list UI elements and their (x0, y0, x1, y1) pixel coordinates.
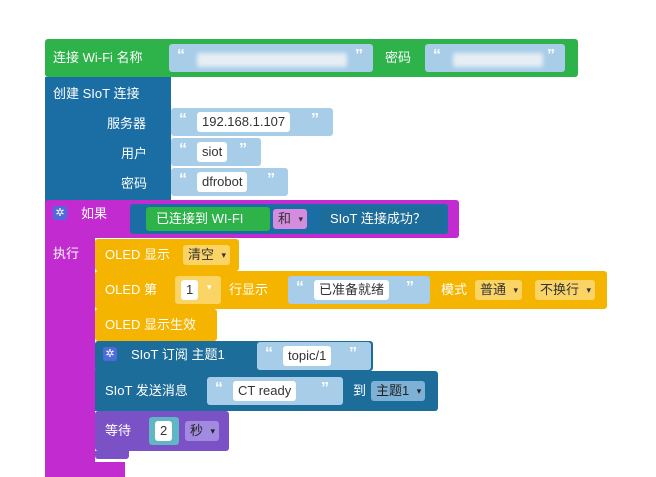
quote-open-icon: “ (177, 47, 185, 64)
quote-close-icon: ” (355, 47, 363, 64)
line-number-field[interactable]: 1 (181, 280, 199, 300)
server-label: 服务器 (107, 116, 147, 131)
chevron-down-icon: ▾ (221, 250, 227, 260)
line-number-block[interactable]: 1 ▾ (175, 276, 221, 304)
quote-close-icon: ” (321, 380, 329, 397)
wrap-value: 不换行 (540, 282, 580, 297)
wait-notch (95, 451, 129, 459)
ssid-redacted (197, 53, 347, 67)
siot-connect-block[interactable]: 创建 SIoT 连接 服务器 用户 密码 (45, 77, 171, 200)
quote-open-icon: “ (179, 171, 187, 188)
quote-close-icon: ” (547, 47, 555, 64)
wifi-password-string[interactable]: “ ” (425, 44, 565, 72)
siot-connected-condition[interactable]: SIoT 连接成功？ (320, 207, 444, 231)
chevron-down-icon: ▾ (513, 285, 519, 295)
chevron-down-icon: ▾ (210, 426, 216, 436)
oled-apply-label: OLED 显示生效 (105, 317, 197, 332)
siot-connected-label: SIoT 连接成功？ (330, 211, 426, 226)
wait-block[interactable]: 等待 2 秒 ▾ (95, 411, 229, 451)
oled-display-label: OLED 显示 (105, 247, 171, 262)
oled-clear-value: 清空 (188, 247, 215, 262)
message-field[interactable]: CT ready (233, 381, 297, 401)
wait-value-block[interactable]: 2 (149, 417, 179, 445)
quote-close-icon: ” (406, 279, 414, 296)
quote-open-icon: “ (296, 279, 304, 296)
siot-subscribe-block[interactable]: ✲ SIoT 订阅 主题1 “ topic/1 ” (95, 341, 373, 371)
quote-close-icon: ” (267, 171, 275, 188)
quote-close-icon: ” (311, 111, 319, 128)
topic-field[interactable]: topic/1 (283, 346, 332, 366)
quote-open-icon: “ (215, 380, 223, 397)
wifi-connected-label: 已连接到 WI-FI (156, 211, 244, 226)
password-string[interactable]: “ dfrobot ” (171, 168, 288, 196)
oled-apply-block[interactable]: OLED 显示生效 (95, 309, 217, 341)
if-footer (45, 462, 125, 477)
and-dropdown[interactable]: 和 ▾ (273, 209, 308, 229)
quote-close-icon: ” (239, 141, 247, 158)
to-label: 到 (353, 383, 367, 398)
do-label: 执行 (53, 246, 80, 261)
wait-unit-dropdown[interactable]: 秒 ▾ (185, 421, 220, 441)
publish-topic-value: 主题1 (376, 383, 410, 398)
password-field[interactable]: dfrobot (197, 172, 248, 192)
oled-text-field[interactable]: 已准备就绪 (314, 280, 390, 300)
mode-dropdown[interactable]: 普通 ▾ (475, 280, 523, 300)
user-field[interactable]: siot (197, 142, 228, 162)
oled-clear-dropdown[interactable]: 清空 ▾ (183, 245, 231, 265)
password-redacted (453, 53, 543, 67)
topic-string[interactable]: “ topic/1 ” (257, 342, 371, 370)
oled-line-label-a: OLED 第 (105, 282, 158, 297)
gear-icon[interactable]: ✲ (103, 347, 117, 361)
mode-value: 普通 (480, 282, 507, 297)
siot-connect-label: 创建 SIoT 连接 (53, 86, 140, 101)
oled-display-block[interactable]: OLED 显示 清空 ▾ (95, 239, 239, 271)
oled-line-block[interactable]: OLED 第 1 ▾ 行显示 “ 已准备就绪 ” 模式 普通 ▾ 不换行 ▾ (95, 271, 607, 309)
wifi-password-label: 密码 (385, 50, 412, 65)
chevron-down-icon: ▾ (298, 214, 304, 224)
chevron-down-icon: ▾ (416, 386, 422, 396)
wait-unit-value: 秒 (190, 423, 204, 438)
and-condition[interactable]: 已连接到 WI-FI 和 ▾ SIoT 连接成功？ (130, 204, 448, 234)
siot-password-label: 密码 (121, 176, 148, 191)
quote-open-icon: “ (179, 141, 187, 158)
if-left-arm: 执行 (45, 236, 95, 468)
and-value: 和 (278, 211, 292, 226)
wifi-label: 连接 Wi-Fi 名称 (53, 50, 143, 65)
if-label: 如果 (81, 206, 108, 221)
wrap-dropdown[interactable]: 不换行 ▾ (535, 280, 596, 300)
server-string[interactable]: “ 192.168.1.107 ” (171, 108, 333, 136)
server-field[interactable]: 192.168.1.107 (197, 112, 291, 132)
quote-open-icon: “ (433, 47, 441, 64)
quote-close-icon: ” (349, 345, 357, 362)
wifi-connected-condition[interactable]: 已连接到 WI-FI (146, 207, 270, 231)
wifi-ssid-string[interactable]: “ ” (169, 44, 373, 72)
siot-publish-block[interactable]: SIoT 发送消息 “ CT ready ” 到 主题1 ▾ (95, 371, 438, 411)
quote-open-icon: “ (265, 345, 273, 362)
mode-label: 模式 (441, 282, 468, 297)
wifi-connect-block[interactable]: 连接 Wi-Fi 名称 “ ” 密码 “ ” (45, 39, 578, 77)
wait-value-field[interactable]: 2 (155, 421, 173, 441)
publish-topic-dropdown[interactable]: 主题1 ▾ (371, 381, 426, 401)
chevron-down-icon: ▾ (586, 285, 592, 295)
gear-icon[interactable]: ✲ (53, 206, 67, 220)
chevron-down-icon: ▾ (207, 282, 212, 292)
user-label: 用户 (121, 146, 148, 161)
message-string[interactable]: “ CT ready ” (207, 377, 343, 405)
quote-open-icon: “ (179, 111, 187, 128)
oled-text-string[interactable]: “ 已准备就绪 ” (288, 276, 430, 304)
subscribe-label: SIoT 订阅 主题1 (131, 347, 225, 362)
wait-label: 等待 (105, 423, 132, 438)
user-string[interactable]: “ siot ” (171, 138, 261, 166)
oled-line-label-b: 行显示 (229, 282, 269, 297)
publish-label: SIoT 发送消息 (105, 383, 188, 398)
